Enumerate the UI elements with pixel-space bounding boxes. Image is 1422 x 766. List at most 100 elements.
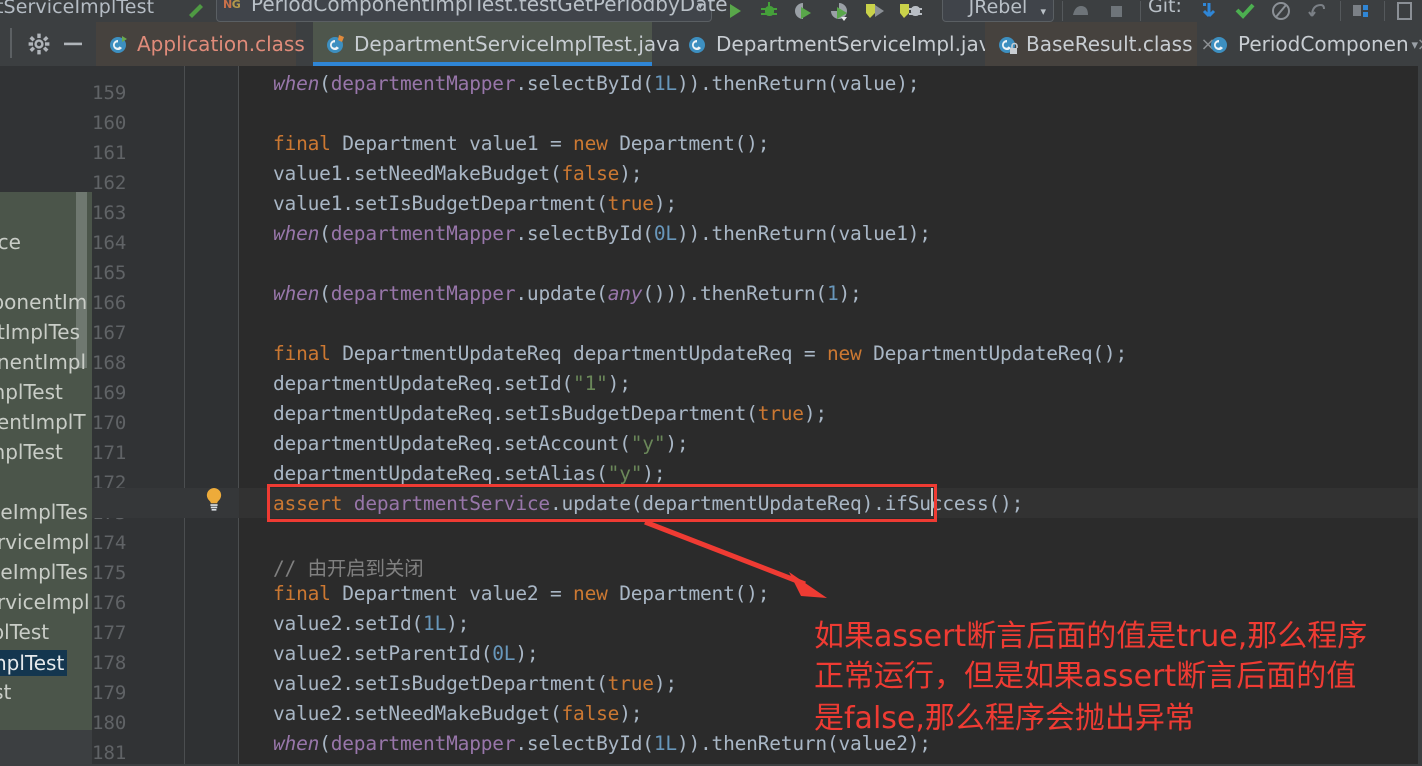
project-tree-item[interactable]: entImplTes — [0, 320, 80, 344]
tab-label: DepartmentServiceImpl.java — [716, 32, 1003, 56]
git-label: Git: — [1148, 0, 1182, 17]
project-tree-item[interactable]: rvice — [0, 230, 21, 254]
code-line[interactable]: departmentUpdateReq.setAccount("y"); — [273, 432, 689, 455]
gutter-icon-band — [185, 66, 238, 766]
project-tree-item[interactable]: tImplTest — [0, 440, 63, 464]
code-token: ); — [653, 672, 677, 695]
project-tree-item[interactable]: ServiceImpl — [0, 590, 90, 614]
layout-icon[interactable] — [1348, 0, 1374, 22]
project-tree-item[interactable]: onentImplT — [0, 410, 86, 434]
code-line[interactable]: value2.setId(1L); — [273, 612, 469, 635]
code-token: departmentUpdateReq.setAlias( — [273, 462, 608, 485]
code-line[interactable]: when(departmentMapper.selectById(1L)).th… — [273, 72, 919, 95]
code-line[interactable]: value1.setNeedMakeBudget(false); — [273, 162, 642, 185]
editor-tab-bar: Application.class × DepartmentServiceImp… — [0, 22, 1422, 66]
project-tree-item[interactable]: mplTest — [0, 620, 49, 644]
code-line[interactable]: when(departmentMapper.selectById(0L)).th… — [273, 222, 931, 245]
history-icon[interactable] — [1268, 0, 1294, 22]
annotation-arrow — [644, 519, 827, 598]
run-test-icon[interactable] — [862, 0, 888, 22]
code-token: final — [273, 342, 331, 365]
chevron-down-icon[interactable]: ▾ — [1040, 0, 1046, 22]
code-token: new — [573, 582, 608, 605]
minimize-icon[interactable] — [62, 33, 84, 55]
code-token: ( — [319, 222, 331, 245]
code-token: // 由开启到关闭 — [273, 557, 424, 580]
code-token: departmentMapper — [330, 282, 516, 305]
code-token: Department(); — [607, 132, 770, 155]
code-token: value2.setParentId( — [273, 642, 493, 665]
code-token: value2.setId( — [273, 612, 424, 635]
code-line[interactable]: value2.setParentId(0L); — [273, 642, 539, 665]
code-token: true — [757, 402, 804, 425]
tab-application-class[interactable]: Application.class × — [96, 22, 328, 66]
code-token: 1L — [423, 612, 447, 635]
project-tool-window[interactable]: rvice mponentIm entImplTes ponentImpl tImplT… — [0, 192, 92, 730]
tab-departmentserviceimpl-java[interactable]: DepartmentServiceImpl.java × — [675, 22, 1026, 66]
update-project-icon[interactable] — [1196, 0, 1222, 22]
toolbar-separator — [1340, 1, 1341, 21]
project-tree-item[interactable]: viceImplTes — [0, 500, 88, 524]
code-line[interactable]: value2.setNeedMakeBudget(false); — [273, 702, 642, 725]
project-tree-item[interactable]: ServiceImpl — [0, 530, 90, 554]
code-line[interactable]: // 由开启到关闭 — [273, 552, 424, 581]
project-tree-item[interactable]: tImplTest — [0, 380, 63, 404]
code-token: ( — [319, 282, 331, 305]
code-line[interactable]: value1.setIsBudgetDepartment(true); — [273, 192, 677, 215]
tab-departmentserviceimpltest-java[interactable]: DepartmentServiceImplTest.java × — [313, 22, 703, 66]
code-token: ); — [665, 432, 689, 455]
toolbar-breadcrumb: tServiceImplTest — [0, 0, 155, 18]
ide-window: tServiceImplTest NG PeriodComponentImplT… — [0, 0, 1422, 766]
toolbar-separator — [1062, 1, 1063, 21]
tabbar-rail — [10, 28, 12, 58]
code-token: .update( — [515, 282, 608, 305]
edit-configuration-pen-icon[interactable] — [186, 2, 206, 18]
project-tree-item[interactable]: eImplTest — [0, 650, 68, 676]
code-editor[interactable]: when(departmentMapper.selectById(1L)).th… — [239, 66, 1422, 766]
debug-test-icon[interactable] — [898, 0, 924, 22]
code-line[interactable]: value2.setIsBudgetDepartment(true); — [273, 672, 677, 695]
run-with-coverage-icon[interactable] — [790, 0, 816, 22]
code-token: any — [607, 282, 643, 305]
code-token: true — [607, 672, 654, 695]
code-token: ); — [653, 192, 677, 215]
rollback-icon[interactable] — [1304, 0, 1330, 22]
project-tree-item[interactable]: viceImplTes — [0, 560, 88, 584]
run-configuration-selector[interactable]: NG PeriodComponentImplTest.testGetPeriod… — [216, 0, 728, 22]
code-token: 0L — [492, 642, 516, 665]
editor-right-edge — [1418, 66, 1422, 766]
code-line[interactable]: departmentUpdateReq.setIsBudgetDepartmen… — [273, 402, 827, 425]
project-tree-item[interactable]: mponentIm — [0, 290, 87, 314]
code-token: final — [273, 132, 331, 155]
intention-bulb-icon[interactable] — [203, 487, 225, 511]
code-token: Department value1 = — [330, 132, 574, 155]
project-tree-item[interactable]: ponentImpl — [0, 350, 86, 374]
run-icon[interactable] — [722, 0, 748, 22]
code-line[interactable]: departmentUpdateReq.setAlias("y"); — [273, 462, 666, 485]
code-token: ); — [619, 702, 643, 725]
code-token: when — [273, 282, 320, 305]
tab-baseresult-class[interactable]: BaseResult.class × — [985, 22, 1216, 66]
code-line[interactable]: when(departmentMapper.update(any())).the… — [273, 282, 862, 305]
search-everywhere-icon[interactable] — [1392, 0, 1418, 22]
commit-icon[interactable] — [1232, 0, 1258, 22]
code-token: ( — [319, 72, 331, 95]
chevron-down-icon[interactable]: ▾ — [697, 0, 703, 12]
tab-overflow-icon[interactable]: ▾ — [1411, 38, 1418, 53]
attach-process-icon[interactable] — [1068, 0, 1094, 22]
code-token: 1L — [653, 72, 677, 95]
tab-periodcomponent[interactable]: PeriodComponen × — [1197, 22, 1422, 66]
tab-label: Application.class — [137, 32, 305, 56]
code-token: value1.setIsBudgetDepartment( — [273, 192, 608, 215]
profile-icon[interactable] — [826, 0, 852, 22]
debug-icon[interactable] — [756, 0, 782, 22]
jrebel-selector[interactable]: JRebel ▾ — [942, 0, 1054, 22]
code-line[interactable]: departmentUpdateReq.setId("1"); — [273, 372, 631, 395]
gear-icon[interactable] — [28, 33, 50, 55]
stop-icon[interactable] — [1104, 0, 1130, 22]
code-token: departmentUpdateReq.setIsBudgetDepartmen… — [273, 402, 758, 425]
project-tree-item[interactable]: Test — [0, 680, 11, 704]
code-line[interactable]: final Department value1 = new Department… — [273, 132, 769, 155]
code-line[interactable]: final DepartmentUpdateReq departmentUpda… — [273, 342, 1127, 365]
code-token: .selectById( — [515, 72, 654, 95]
